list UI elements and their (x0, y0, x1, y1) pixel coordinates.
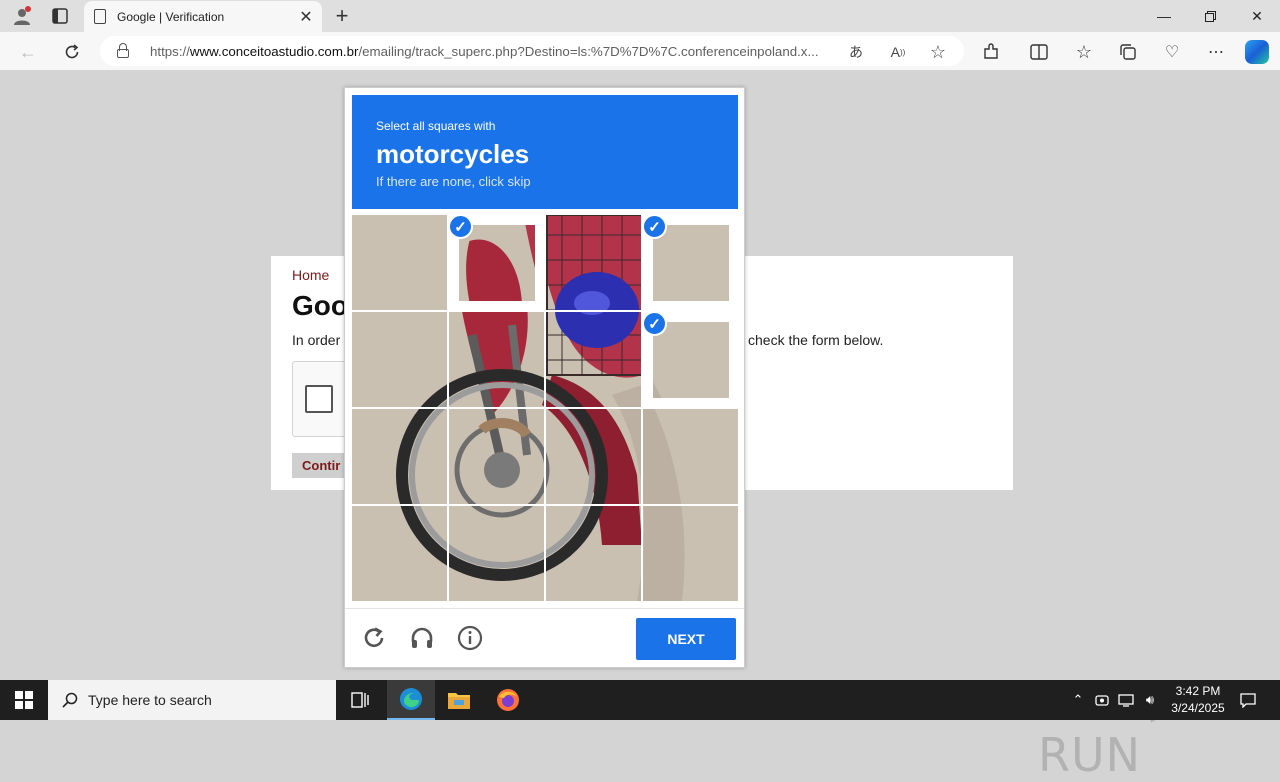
taskbar-clock[interactable]: 3:42 PM 3/24/2025 (1160, 683, 1236, 717)
browser-tab-active[interactable]: Google | Verification ✕ (84, 1, 322, 32)
url-bar[interactable]: https://www.conceitoastudio.com.br/email… (100, 36, 964, 66)
task-view-icon[interactable] (336, 680, 384, 720)
tile-photo (449, 506, 544, 601)
tile-photo (449, 312, 544, 407)
tab-title: Google | Verification (117, 10, 294, 24)
tile-photo (643, 506, 738, 601)
continue-button[interactable]: Contir (292, 453, 352, 478)
meet-now-icon[interactable] (1092, 680, 1112, 720)
title-bar: Google | Verification ✕ + — ✕ (0, 0, 1280, 32)
extensions-icon[interactable] (979, 40, 1003, 64)
url-path: /emailing/track_superc.php?Destino=ls:%7… (358, 44, 818, 59)
profile-icon[interactable] (10, 4, 34, 28)
challenge-footer: NEXT (345, 608, 744, 668)
challenge-image-grid: ✓✓✓ (352, 215, 738, 601)
challenge-tile[interactable] (546, 312, 641, 407)
address-toolbar: ← https://www.conceitoastudio.com.br/ema… (0, 32, 1280, 70)
next-button[interactable]: NEXT (636, 618, 736, 660)
captcha-challenge-popup: Select all squares with motorcycles If t… (344, 87, 745, 668)
clock-time: 3:42 PM (1160, 683, 1236, 700)
notifications-icon[interactable] (1236, 680, 1260, 720)
url-domain: www.conceitoastudio.com.br (190, 44, 359, 59)
favorites-icon[interactable]: ☆ (1072, 40, 1096, 64)
back-icon[interactable]: ← (15, 39, 41, 65)
reload-icon[interactable] (359, 623, 389, 653)
challenge-target: motorcycles (376, 139, 529, 170)
tile-photo (352, 312, 447, 407)
translate-icon[interactable]: あ (846, 42, 866, 62)
tile-photo (352, 409, 447, 504)
page-icon (94, 9, 106, 24)
windows-taskbar: Type here to search ⌃ 🔊︎ 3:42 PM 3/24/20… (0, 680, 1280, 720)
more-menu-icon[interactable]: ⋯ (1204, 40, 1228, 64)
challenge-hint: If there are none, click skip (376, 174, 531, 189)
tile-photo (352, 215, 447, 310)
tile-photo (546, 409, 641, 504)
tile-photo (546, 312, 641, 407)
lock-icon[interactable] (116, 43, 130, 59)
edge-taskbar-icon[interactable] (387, 680, 435, 720)
challenge-instruction: Select all squares with (376, 119, 495, 133)
challenge-tile[interactable] (352, 506, 447, 601)
file-explorer-icon[interactable] (435, 680, 483, 720)
challenge-tile[interactable] (449, 409, 544, 504)
audio-challenge-icon[interactable] (407, 623, 437, 653)
tile-photo (643, 409, 738, 504)
challenge-tile[interactable]: ✓ (643, 215, 738, 310)
info-icon[interactable] (455, 623, 485, 653)
clock-date: 3/24/2025 (1160, 700, 1236, 717)
challenge-tile[interactable]: ✓ (449, 215, 544, 310)
recaptcha-checkbox[interactable] (305, 385, 333, 413)
challenge-header: Select all squares with motorcycles If t… (352, 95, 738, 209)
copilot-icon[interactable] (1245, 40, 1269, 64)
close-window-button[interactable]: ✕ (1234, 0, 1280, 32)
refresh-icon[interactable] (59, 39, 85, 65)
challenge-tile[interactable] (546, 506, 641, 601)
favorite-star-icon[interactable]: ☆ (928, 42, 948, 62)
url-scheme: https:// (150, 44, 190, 59)
challenge-tile[interactable] (546, 215, 641, 310)
browser-essentials-icon[interactable]: ♡ (1160, 40, 1184, 64)
url-text[interactable]: https://www.conceitoastudio.com.br/email… (150, 44, 840, 59)
challenge-tile[interactable] (546, 409, 641, 504)
challenge-tile[interactable] (352, 312, 447, 407)
tile-photo (546, 506, 641, 601)
restore-button[interactable] (1187, 0, 1233, 32)
split-screen-icon[interactable] (1027, 40, 1051, 64)
windows-start-icon[interactable] (0, 680, 48, 720)
breadcrumb[interactable]: Home (292, 267, 329, 283)
recaptcha-widget (292, 361, 352, 437)
tile-photo (449, 409, 544, 504)
challenge-tile[interactable] (352, 215, 447, 310)
volume-icon[interactable]: 🔊︎ (1140, 680, 1160, 720)
network-icon[interactable] (1116, 680, 1136, 720)
collections-icon[interactable] (1116, 40, 1140, 64)
tray-chevron-icon[interactable]: ⌃ (1068, 680, 1088, 720)
page-title: Goo (292, 290, 348, 322)
challenge-tile[interactable] (643, 409, 738, 504)
firefox-icon[interactable] (484, 680, 532, 720)
minimize-button[interactable]: — (1141, 0, 1187, 32)
challenge-tile[interactable] (643, 506, 738, 601)
search-icon (62, 692, 78, 708)
challenge-tile[interactable] (449, 506, 544, 601)
close-tab-icon[interactable]: ✕ (294, 7, 318, 27)
taskbar-search-box[interactable]: Type here to search (48, 680, 336, 720)
challenge-tile[interactable] (449, 312, 544, 407)
search-placeholder: Type here to search (88, 692, 212, 708)
read-aloud-icon[interactable]: A)) (888, 42, 908, 62)
new-tab-button[interactable]: + (330, 3, 354, 29)
tile-photo (546, 215, 641, 310)
tab-actions-icon[interactable] (48, 4, 72, 28)
intro-text-right: check the form below. (748, 332, 883, 348)
challenge-tile[interactable] (352, 409, 447, 504)
challenge-tile[interactable]: ✓ (643, 312, 738, 407)
tile-photo (352, 506, 447, 601)
intro-text-left: In order (292, 332, 340, 348)
